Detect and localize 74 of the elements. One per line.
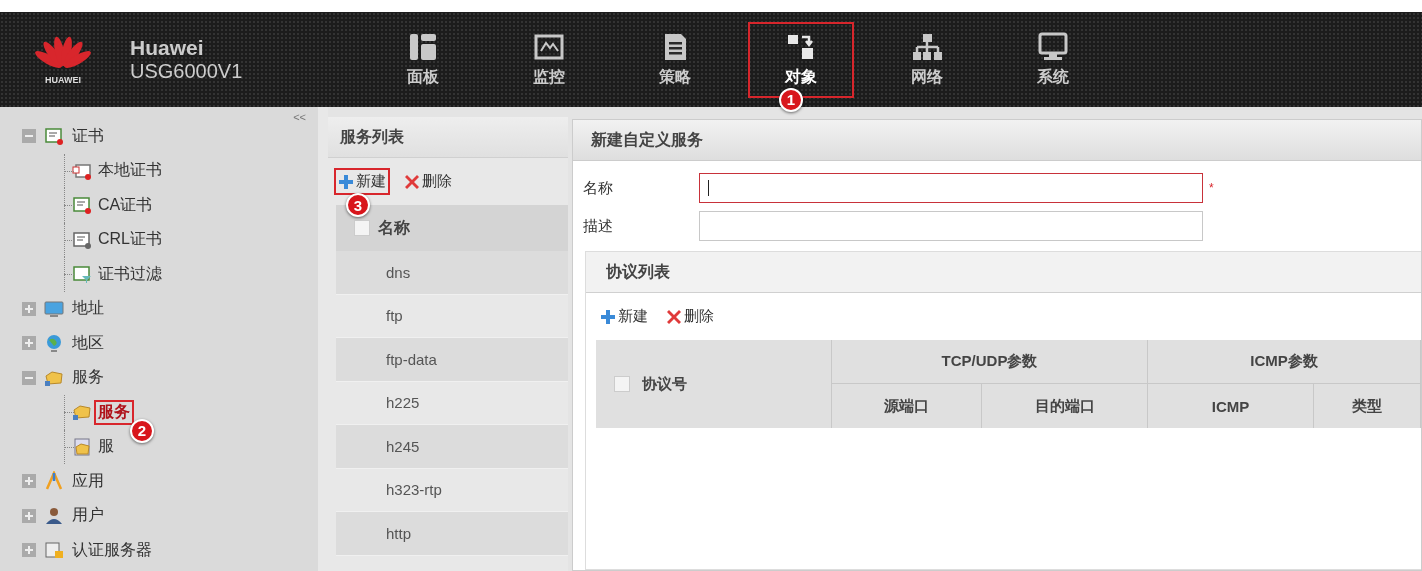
dialog-title: 新建自定义服务 bbox=[573, 120, 1421, 161]
certificate-icon bbox=[72, 195, 92, 216]
panel-title: 服务列表 bbox=[328, 117, 568, 158]
tree-item[interactable]: 用户 bbox=[72, 505, 104, 527]
step-badge: 2 bbox=[130, 418, 154, 443]
checkbox[interactable] bbox=[614, 376, 630, 392]
collapse-toggle[interactable] bbox=[22, 129, 36, 144]
step-badge: 1 bbox=[779, 87, 803, 112]
dashboard-icon bbox=[407, 31, 439, 63]
expand-toggle[interactable] bbox=[22, 543, 36, 558]
column-title: 目的端口 bbox=[982, 384, 1148, 428]
folder-icon bbox=[72, 436, 92, 457]
column-group-title: TCP/UDP参数 bbox=[832, 340, 1148, 384]
flower-logo-icon bbox=[35, 34, 91, 71]
column-title: 源端口 bbox=[832, 384, 982, 428]
certificate-icon bbox=[72, 264, 92, 285]
column-title: 名称 bbox=[378, 217, 410, 238]
nav-tab[interactable]: 策略 bbox=[622, 21, 728, 98]
compass-icon bbox=[44, 471, 64, 492]
network-icon bbox=[911, 31, 943, 63]
tree-item[interactable]: 本地证书 bbox=[94, 158, 166, 184]
plus-icon bbox=[338, 173, 354, 190]
nav-tab[interactable]: 面板 bbox=[370, 21, 476, 98]
nav-tab[interactable]: 监控 bbox=[496, 21, 602, 98]
collapse-toggle[interactable] bbox=[22, 370, 36, 385]
add-button[interactable]: 新建 bbox=[596, 303, 652, 330]
expand-toggle[interactable] bbox=[22, 508, 36, 523]
nav-tab[interactable]: 系统 bbox=[1000, 21, 1106, 98]
certificate-icon bbox=[44, 126, 64, 147]
panel-title: 协议列表 bbox=[586, 252, 1421, 293]
tree-item[interactable]: 服务 bbox=[94, 399, 134, 425]
checkbox[interactable] bbox=[354, 220, 370, 236]
service-row[interactable]: ftp-data bbox=[336, 338, 568, 382]
delete-button[interactable]: 删除 bbox=[400, 168, 456, 195]
required-mark: * bbox=[1209, 181, 1214, 195]
service-row[interactable]: http bbox=[336, 512, 568, 556]
tree-item[interactable]: 证书过滤 bbox=[94, 261, 166, 287]
x-icon bbox=[404, 173, 420, 190]
folder-icon bbox=[72, 402, 92, 423]
tree-item[interactable]: 应用 bbox=[72, 470, 104, 492]
tree-item[interactable]: 地区 bbox=[72, 332, 104, 354]
x-icon bbox=[666, 308, 682, 325]
add-button[interactable]: 新建 bbox=[334, 168, 390, 195]
expand-toggle[interactable] bbox=[22, 474, 36, 489]
column-title: ICMP bbox=[1148, 384, 1314, 428]
display-icon bbox=[1037, 31, 1069, 63]
field-label: 描述 bbox=[583, 216, 614, 236]
brand-logo-text: HUAWEI bbox=[45, 74, 81, 85]
tree-item[interactable]: 认证服务器 bbox=[72, 539, 152, 561]
column-title: 类型 bbox=[1314, 384, 1421, 428]
certificate-icon bbox=[72, 229, 92, 250]
service-row[interactable]: dns bbox=[336, 251, 568, 295]
user-icon bbox=[44, 505, 64, 526]
plus-icon bbox=[600, 308, 616, 325]
expand-toggle[interactable] bbox=[22, 336, 36, 351]
service-row[interactable]: h245 bbox=[336, 425, 568, 469]
tree-item[interactable]: 服务 bbox=[72, 367, 104, 389]
tree-item[interactable]: 服 bbox=[94, 434, 118, 460]
input-field[interactable] bbox=[699, 173, 1203, 203]
expand-toggle[interactable] bbox=[22, 301, 36, 316]
nav-tab[interactable]: 网络 bbox=[874, 21, 980, 98]
input-field[interactable] bbox=[699, 211, 1203, 241]
product-name: Huawei bbox=[130, 36, 205, 60]
model-name: USG6000V1 bbox=[130, 60, 244, 83]
tree-item[interactable]: 证书 bbox=[72, 125, 104, 147]
tree-item[interactable]: CRL证书 bbox=[94, 227, 166, 253]
column-group-title: ICMP参数 bbox=[1148, 340, 1421, 384]
field-label: 名称 bbox=[583, 178, 614, 198]
delete-button[interactable]: 删除 bbox=[662, 303, 718, 330]
column-title: 协议号 bbox=[642, 374, 687, 394]
tree-item[interactable]: CA证书 bbox=[94, 192, 157, 218]
globe-icon bbox=[44, 333, 64, 354]
monitor-icon bbox=[44, 298, 64, 319]
tree-item[interactable]: 地址 bbox=[72, 298, 104, 320]
